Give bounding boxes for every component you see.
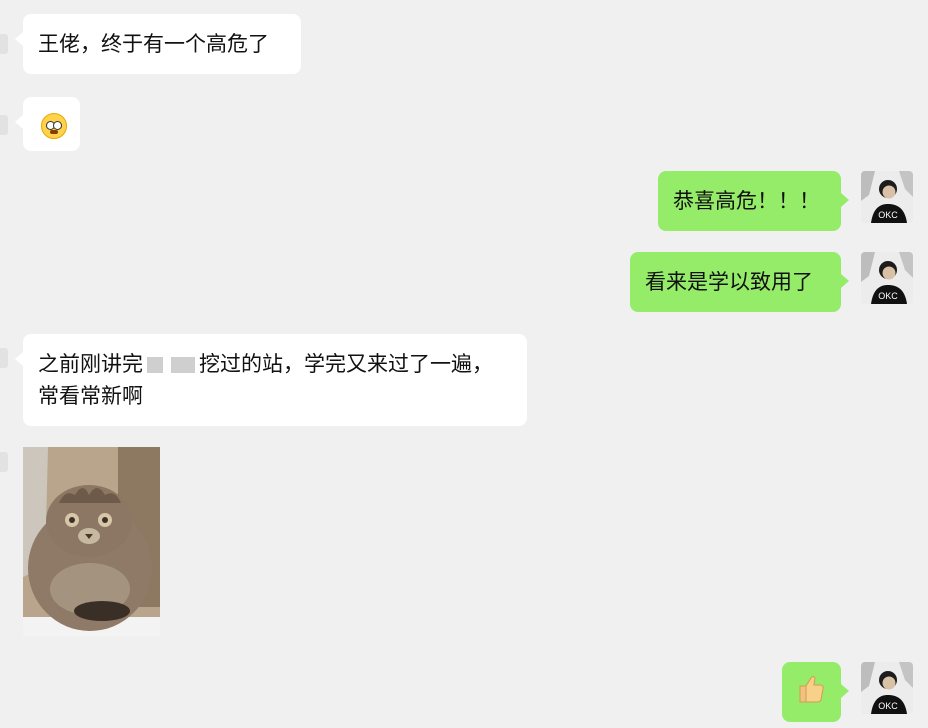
user-avatar-icon: OKC [861, 662, 913, 714]
message-text: 之前刚讲完 [38, 352, 143, 376]
thumbs-up-icon [799, 676, 824, 703]
user-avatar-icon: OKC [861, 171, 913, 223]
message-bubble-incoming[interactable]: 王佬，终于有一个高危了 [15, 14, 301, 74]
user-avatar[interactable]: OKC [861, 171, 913, 223]
sender-avatar-edge[interactable] [0, 34, 8, 54]
message-text: 王佬，终于有一个高危了 [38, 32, 269, 56]
message-text: 挖过的站，学完又来过了一遍， [199, 352, 493, 376]
message-text: 恭喜高危！！！ [673, 189, 820, 213]
cat-photo[interactable] [23, 447, 160, 636]
message-text: 看来是学以致用了 [645, 270, 813, 294]
sender-avatar-edge[interactable] [0, 348, 8, 368]
message-bubble-outgoing[interactable]: 看来是学以致用了 [630, 252, 849, 312]
cat-photo-image [23, 447, 160, 636]
sender-avatar-edge[interactable] [0, 452, 8, 472]
user-avatar-icon: OKC [861, 252, 913, 304]
message-line: 常看常新啊 [38, 380, 512, 412]
message-text: 常看常新啊 [38, 384, 143, 408]
svg-text:OKC: OKC [878, 291, 898, 301]
svg-text:OKC: OKC [878, 210, 898, 220]
redaction-block [147, 357, 163, 373]
svg-text:OKC: OKC [878, 701, 898, 711]
message-line: 之前刚讲完 挖过的站，学完又来过了一遍， [38, 348, 512, 380]
user-avatar[interactable]: OKC [861, 252, 913, 304]
message-bubble-emoji[interactable] [782, 662, 849, 722]
redaction-block [171, 357, 195, 373]
sender-avatar-edge[interactable] [0, 115, 8, 135]
crying-face-icon [41, 113, 67, 139]
message-bubble-outgoing[interactable]: 恭喜高危！！！ [658, 171, 849, 231]
user-avatar[interactable]: OKC [861, 662, 913, 714]
chat-window: 王佬，终于有一个高危了 OKC 恭喜高危！！！ OKC 看来是学以致用了 之前刚… [0, 0, 928, 728]
message-bubble-incoming[interactable]: 之前刚讲完 挖过的站，学完又来过了一遍， 常看常新啊 [15, 334, 527, 426]
message-bubble-emoji[interactable] [15, 97, 80, 151]
